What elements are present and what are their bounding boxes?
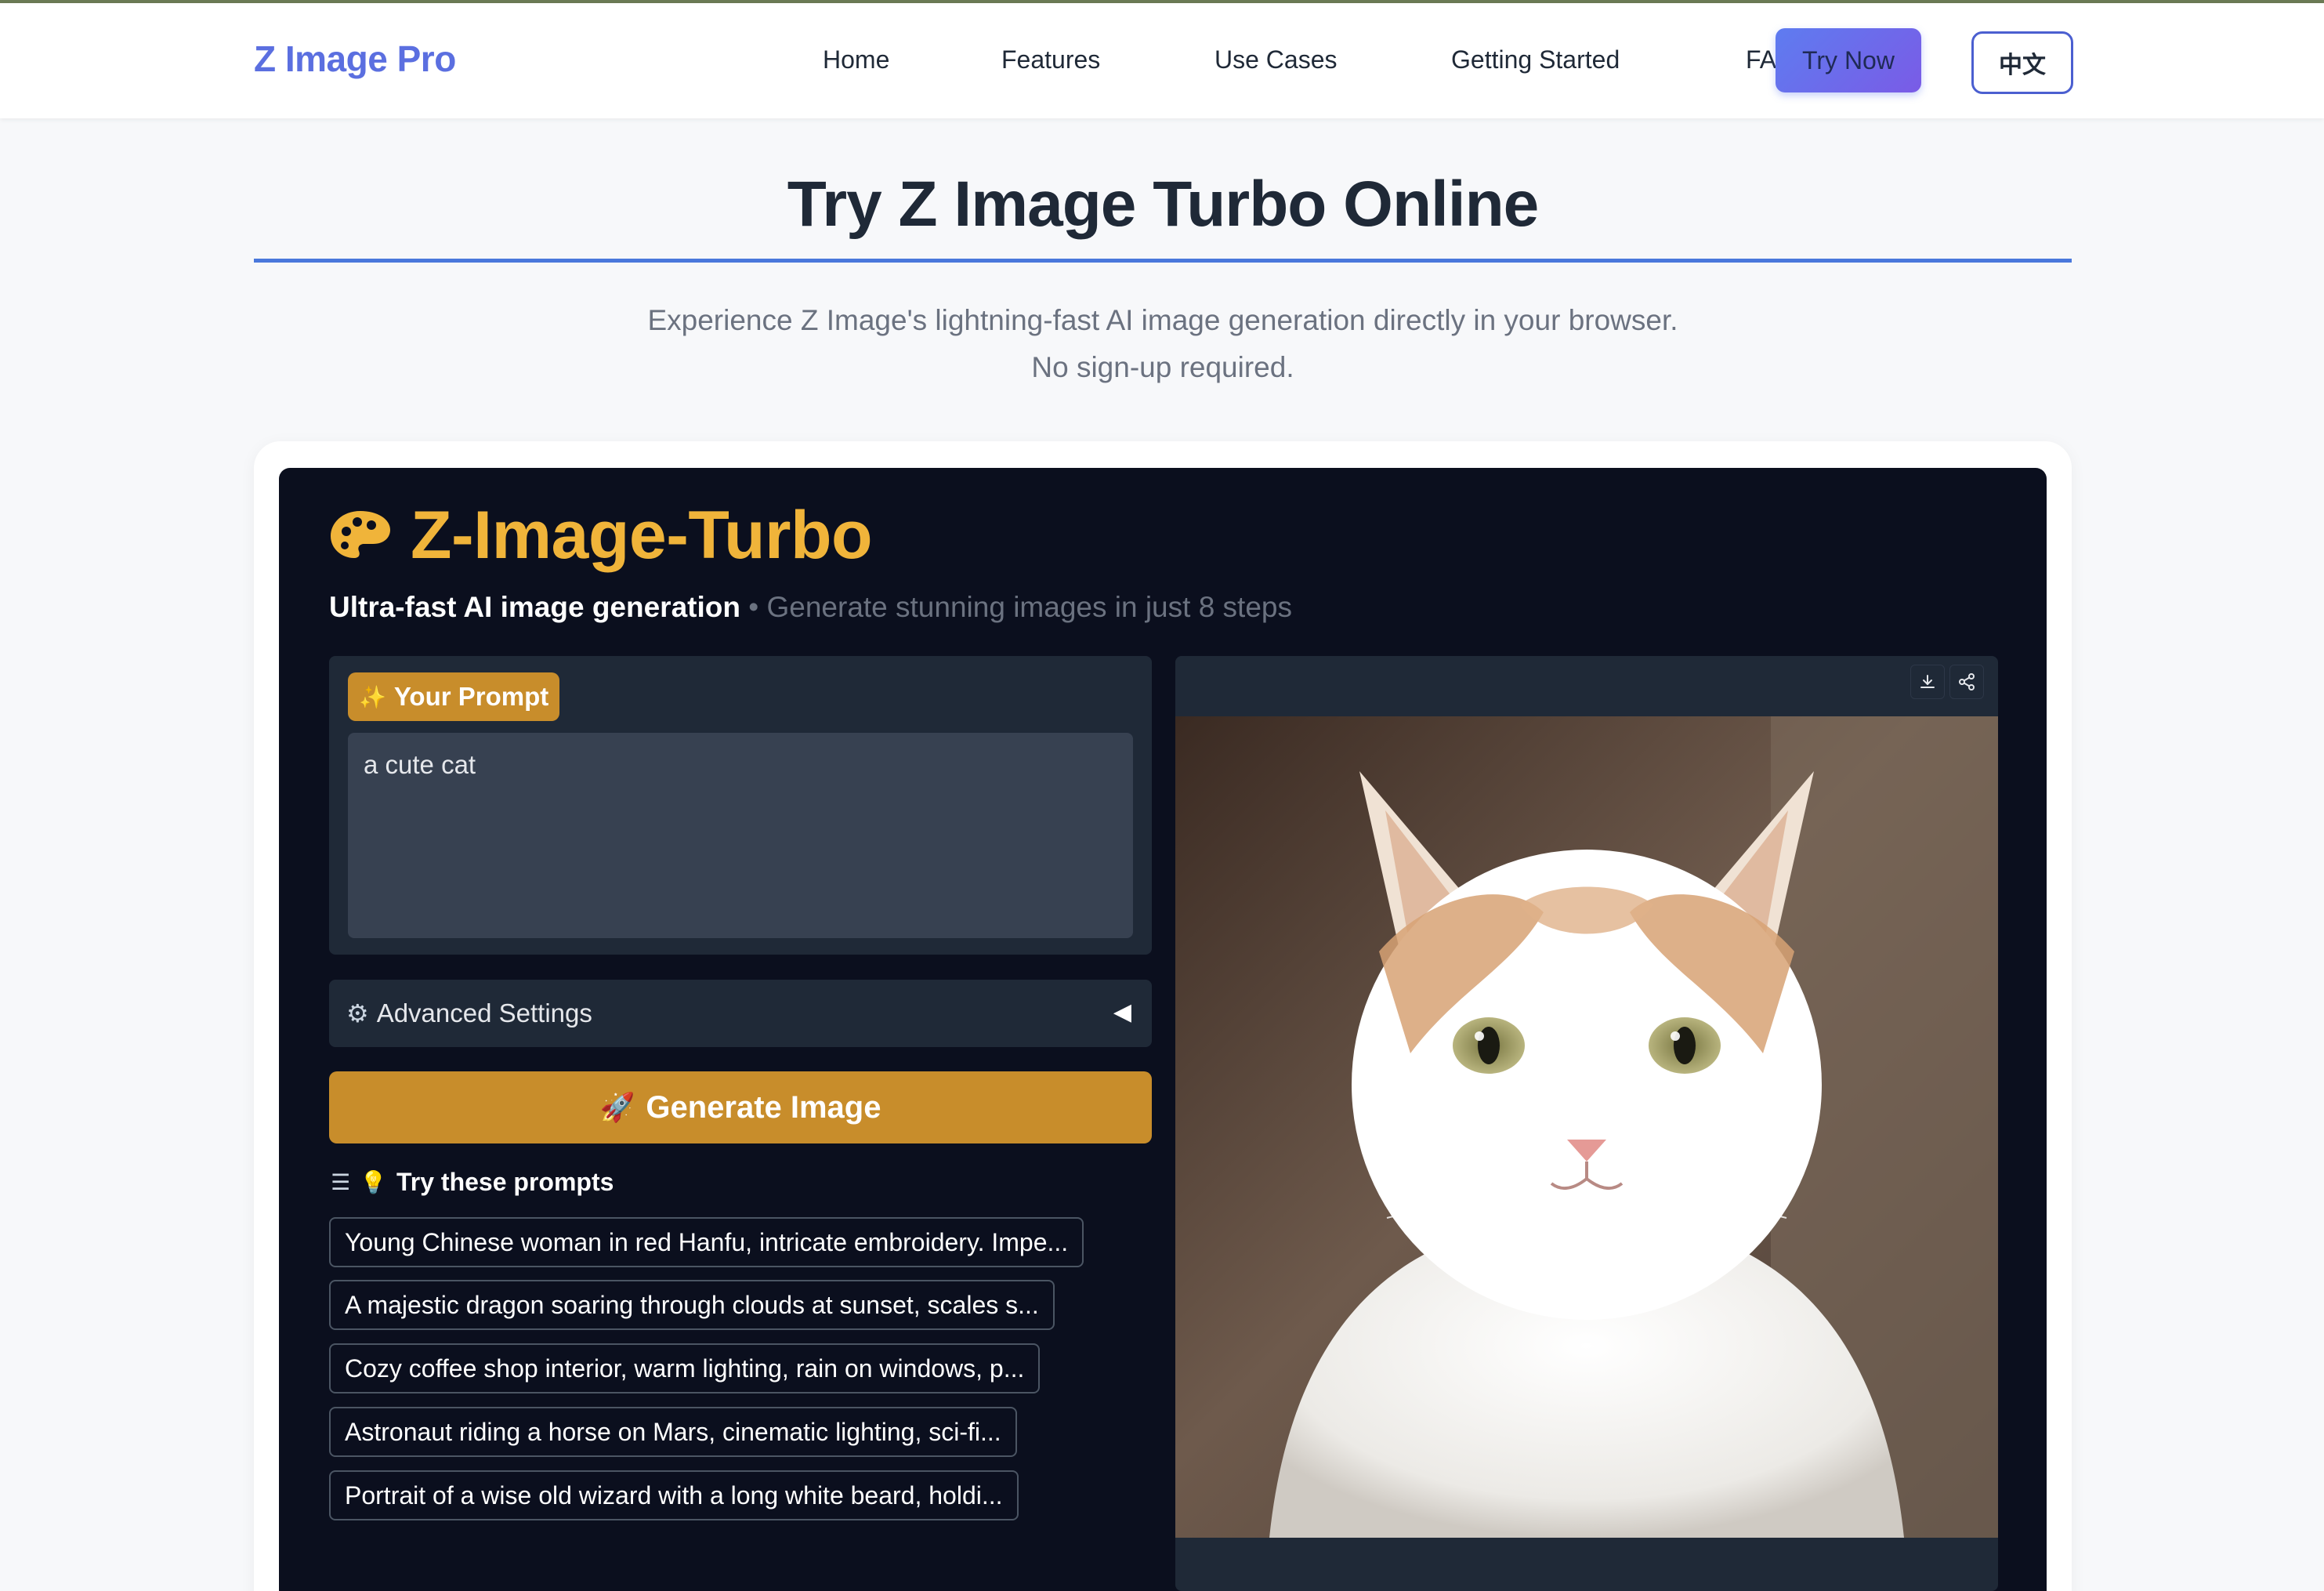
download-button[interactable] (1910, 665, 1945, 699)
hero-subtitle-line-2: No sign-up required. (1031, 351, 1294, 383)
page-title: Try Z Image Turbo Online (787, 169, 1540, 240)
share-button[interactable] (1949, 665, 1984, 699)
example-prompt-chip[interactable]: Young Chinese woman in red Hanfu, intric… (329, 1217, 1084, 1267)
tagline-muted: • Generate stunning images in just 8 ste… (740, 591, 1292, 623)
examples-header: ☰ 💡 Try these prompts (331, 1168, 614, 1197)
download-icon (1920, 675, 1935, 688)
caret-left-icon: ◀ (1113, 998, 1131, 1026)
nav-link-use-cases[interactable]: Use Cases (1214, 45, 1338, 74)
generated-cat-image (1175, 716, 1998, 1538)
generate-image-label: Generate Image (646, 1089, 881, 1125)
app-title-text: Z-Image-Turbo (411, 497, 873, 573)
try-now-label: Try Now (1802, 45, 1895, 74)
example-prompt-chip[interactable]: Astronaut riding a horse on Mars, cinema… (329, 1407, 1017, 1457)
try-now-button[interactable]: Try Now (1776, 28, 1921, 92)
generate-image-button[interactable]: 🚀 Generate Image (329, 1071, 1152, 1143)
example-prompt-chip[interactable]: Portrait of a wise old wizard with a lon… (329, 1470, 1019, 1520)
list-icon: ☰ (331, 1169, 351, 1195)
lightbulb-icon: 💡 (360, 1169, 387, 1195)
advanced-settings-label: Advanced Settings (376, 998, 592, 1027)
example-prompt-chip[interactable]: A majestic dragon soaring through clouds… (329, 1280, 1055, 1330)
prompt-input[interactable]: a cute cat (348, 733, 1133, 938)
navbar: Z Image Pro Home Features Use Cases Gett… (0, 3, 2324, 118)
nav-link-home[interactable]: Home (823, 45, 889, 74)
nav-link-getting-started[interactable]: Getting Started (1451, 45, 1620, 74)
output-toolbar (1910, 665, 1984, 699)
rocket-icon: 🚀 (599, 1092, 635, 1124)
app-title: Z-Image-Turbo (328, 492, 873, 578)
language-toggle-button[interactable]: 中文 (1971, 31, 2073, 94)
nav-link-features[interactable]: Features (1001, 45, 1100, 74)
tagline-strong: Ultra-fast AI image generation (329, 591, 740, 623)
share-icon (1959, 673, 1975, 690)
sparkle-icon: ✨ (359, 683, 386, 710)
advanced-settings-toggle[interactable]: ⚙ Advanced Settings ◀ (329, 980, 1152, 1047)
gear-icon: ⚙ (346, 998, 369, 1028)
palette-icon (331, 511, 390, 558)
title-underline (254, 259, 2072, 263)
examples-header-label: Try these prompts (396, 1168, 614, 1196)
app-tagline: Ultra-fast AI image generation • Generat… (329, 591, 1292, 624)
prompt-label-text: Your Prompt (393, 682, 549, 711)
prompt-label-badge: ✨ Your Prompt (348, 672, 560, 721)
brand-logo[interactable]: Z Image Pro (254, 38, 456, 80)
example-prompt-chip[interactable]: Cozy coffee shop interior, warm lighting… (329, 1343, 1041, 1393)
hero-subtitle-line-1: Experience Z Image's lightning-fast AI i… (647, 304, 1678, 336)
